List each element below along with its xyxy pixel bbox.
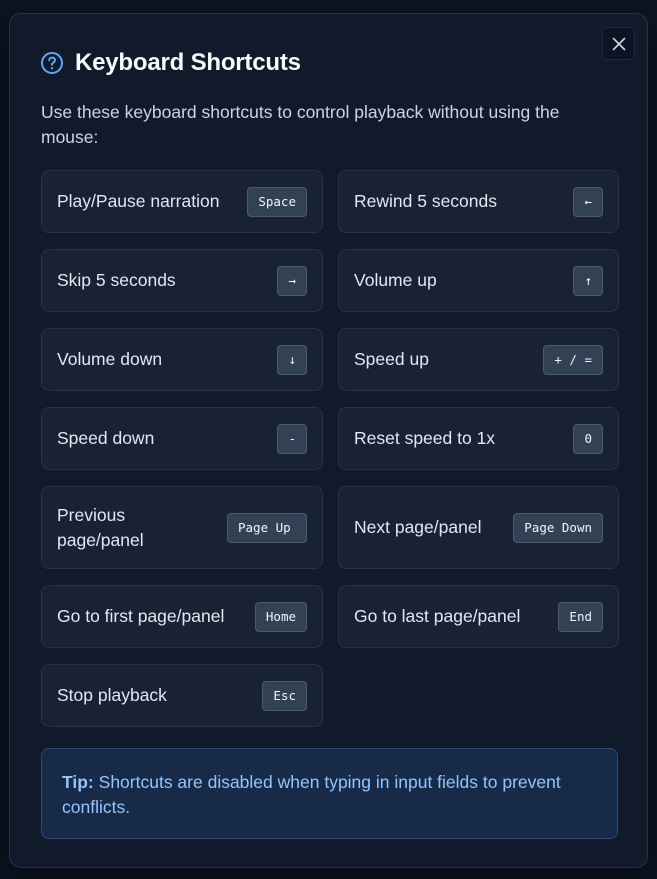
- shortcut-speed-down: Speed down -: [41, 407, 323, 470]
- shortcut-previous-page: Previous page/panel Page Up: [41, 486, 323, 569]
- shortcut-label: Volume down: [57, 349, 163, 369]
- shortcut-first-page: Go to first page/panel Home: [41, 585, 323, 648]
- shortcut-key: Page Up: [227, 512, 307, 543]
- shortcut-key: Esc: [262, 680, 307, 711]
- dialog-title: Keyboard Shortcuts: [75, 49, 301, 76]
- shortcut-speed-up: Speed up + / =: [338, 328, 619, 391]
- tip-callout: Tip: Shortcuts are disabled when typing …: [41, 748, 618, 839]
- shortcut-play-pause: Play/Pause narration Space: [41, 170, 323, 233]
- shortcut-stop-playback: Stop playback Esc: [41, 664, 323, 727]
- dialog-intro: Use these keyboard shortcuts to control …: [41, 102, 560, 147]
- shortcut-key: End: [558, 601, 603, 632]
- shortcut-key: ←: [573, 186, 603, 217]
- shortcut-label: Rewind 5 seconds: [354, 191, 497, 211]
- tip-label: Tip:: [62, 772, 94, 792]
- shortcut-key: 0: [573, 423, 603, 454]
- shortcut-label: Speed up: [354, 349, 429, 369]
- shortcut-key: ↓: [277, 344, 307, 375]
- shortcut-key: ↑: [573, 265, 603, 296]
- keyboard-shortcuts-dialog: Keyboard Shortcuts Use these keyboard sh…: [9, 13, 648, 868]
- shortcut-label: Reset speed to 1x: [354, 428, 496, 448]
- shortcut-label: Volume up: [354, 270, 437, 290]
- shortcut-key: Home: [254, 601, 307, 632]
- shortcut-last-page: Go to last page/panel End: [338, 585, 619, 648]
- shortcut-key: →: [277, 265, 307, 296]
- shortcut-reset-speed: Reset speed to 1x 0: [338, 407, 619, 470]
- shortcut-volume-down: Volume down ↓: [41, 328, 323, 391]
- question-circle-icon: [40, 51, 64, 75]
- shortcut-rewind: Rewind 5 seconds ←: [338, 170, 619, 233]
- shortcut-label: Skip 5 seconds: [57, 270, 176, 290]
- close-icon: [612, 37, 625, 50]
- shortcut-key: Space: [247, 186, 307, 217]
- shortcut-label: Go to last page/panel: [354, 606, 521, 626]
- shortcut-key: + / =: [543, 344, 603, 375]
- shortcut-label: Stop playback: [57, 685, 167, 705]
- shortcut-label: Play/Pause narration: [57, 191, 220, 211]
- close-button[interactable]: [602, 27, 635, 60]
- shortcut-key: -: [277, 423, 307, 454]
- shortcut-label: Speed down: [57, 428, 155, 448]
- shortcut-label: Go to first page/panel: [57, 606, 225, 626]
- shortcut-volume-up: Volume up ↑: [338, 249, 619, 312]
- shortcut-key: Page Down: [513, 512, 603, 543]
- shortcut-label: Previous page/panel: [57, 504, 144, 550]
- tip-text: Shortcuts are disabled when typing in in…: [62, 772, 561, 817]
- shortcut-next-page: Next page/panel Page Down: [338, 486, 619, 569]
- shortcut-skip: Skip 5 seconds →: [41, 249, 323, 312]
- shortcut-label: Next page/panel: [354, 517, 482, 537]
- dialog-header: Keyboard Shortcuts: [40, 48, 301, 78]
